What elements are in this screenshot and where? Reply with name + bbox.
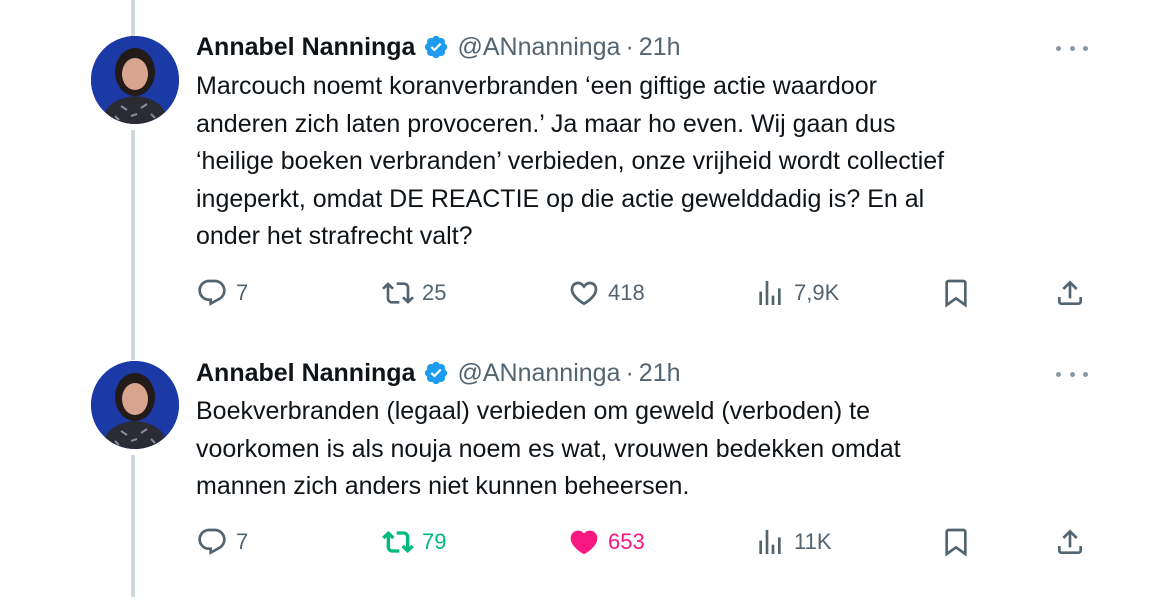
share-icon [1054,526,1086,558]
repost-icon [382,526,414,558]
more-options-icon[interactable] [1056,38,1088,58]
tweet-2[interactable]: Annabel Nanninga @ANnanninga · 21h Boekv… [0,330,1163,597]
share-button[interactable] [1054,524,1086,560]
more-options-icon[interactable] [1056,364,1088,384]
reply-count: 7 [236,529,249,554]
avatar[interactable] [91,36,179,124]
tweet-1[interactable]: Annabel Nanninga @ANnanninga · 21h Marco… [0,0,1163,330]
author-handle[interactable]: @ANnanninga [457,32,620,62]
reply-button[interactable]: 7 [196,275,248,311]
views-button[interactable]: 11K [754,524,832,560]
timestamp[interactable]: 21h [639,32,681,62]
tweet-actions: 7 25 418 7,9K [196,275,1096,311]
like-count: 418 [608,280,645,305]
heart-icon [568,277,600,309]
bookmark-button[interactable] [940,524,972,560]
separator-dot: · [625,359,634,387]
tweet-text: Marcouch noemt koranverbranden ‘een gift… [196,72,945,250]
share-button[interactable] [1054,275,1086,311]
reply-count: 7 [236,280,249,305]
heart-filled-icon [568,526,600,558]
share-icon [1054,277,1086,309]
repost-button[interactable]: 25 [382,275,446,311]
tweet-header: Annabel Nanninga @ANnanninga · 21h [196,358,681,388]
verified-badge-icon [423,360,449,386]
separator-dot: · [625,33,634,61]
repost-count: 25 [422,280,447,305]
repost-count: 79 [422,529,447,554]
author-handle[interactable]: @ANnanninga [457,358,620,388]
author-name[interactable]: Annabel Nanninga [196,358,415,388]
author-name[interactable]: Annabel Nanninga [196,32,415,62]
tweet-actions: 7 79 653 11K [196,524,1096,560]
like-button[interactable]: 418 [568,275,645,311]
like-count: 653 [608,529,645,554]
bookmark-icon [940,526,972,558]
reply-icon [196,277,228,309]
bookmark-icon [940,277,972,309]
repost-button[interactable]: 79 [382,524,446,560]
reply-button[interactable]: 7 [196,524,248,560]
verified-badge-icon [423,34,449,60]
tweet-header: Annabel Nanninga @ANnanninga · 21h [196,32,681,62]
reply-icon [196,526,228,558]
views-button[interactable]: 7,9K [754,275,839,311]
timestamp[interactable]: 21h [639,358,681,388]
views-count: 7,9K [794,280,840,305]
like-button[interactable]: 653 [568,524,645,560]
tweet-text: Boekverbranden (legaal) verbieden om gew… [196,397,901,500]
repost-icon [382,277,414,309]
avatar[interactable] [91,361,179,449]
views-count: 11K [794,529,832,554]
bookmark-button[interactable] [940,275,972,311]
views-icon [754,526,786,558]
views-icon [754,277,786,309]
